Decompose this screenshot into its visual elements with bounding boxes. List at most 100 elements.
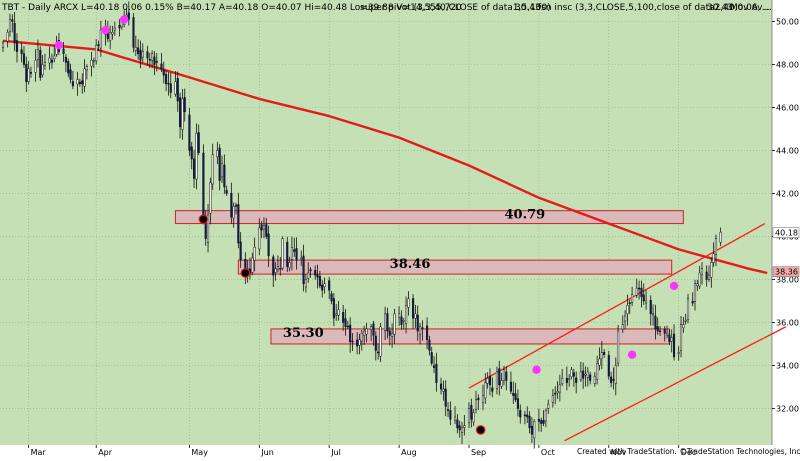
candle-body	[607, 355, 610, 377]
candle	[286, 236, 289, 272]
candle-body	[491, 387, 494, 392]
candle-body	[337, 309, 340, 316]
candle-body	[502, 369, 505, 381]
candle-body	[39, 49, 42, 78]
candle-body	[645, 300, 648, 304]
candle-body	[514, 393, 517, 401]
header-segment: Mov Av...	[730, 3, 770, 13]
candle-body	[13, 22, 16, 44]
candle-body	[684, 320, 687, 322]
candle-body	[691, 300, 694, 304]
candle-body	[698, 272, 701, 287]
pivot-high-marker	[627, 350, 637, 359]
candle-body	[710, 262, 713, 278]
candle-body	[197, 132, 200, 153]
candle-body	[600, 352, 603, 359]
candle-body	[386, 313, 389, 332]
candle-body	[370, 326, 373, 331]
candle-body	[477, 397, 480, 401]
candle-body	[81, 80, 84, 85]
candle-body	[97, 44, 100, 46]
zone-band	[174, 210, 684, 225]
candle-body	[216, 150, 219, 158]
candle-body	[92, 59, 95, 62]
zone-band	[270, 328, 670, 345]
candle-body	[628, 302, 631, 304]
y-tick-label: 34.00	[776, 361, 799, 370]
price-tag-label: 40.18	[775, 229, 798, 238]
candle-body	[195, 133, 198, 180]
candle-body	[27, 68, 30, 82]
candle-body	[384, 313, 387, 331]
candle-body	[8, 19, 12, 33]
candle-body	[568, 378, 571, 380]
candle-body	[169, 83, 172, 93]
candle-body	[430, 352, 433, 364]
candle-body	[488, 375, 492, 386]
y-tick-label: 42.00	[776, 189, 799, 198]
candle-body	[668, 334, 671, 343]
candle-body	[579, 371, 582, 380]
candle-body	[176, 78, 179, 102]
candle-body	[251, 257, 254, 273]
candle-body	[582, 370, 585, 379]
candle-body	[528, 415, 531, 429]
candle-body	[677, 352, 680, 355]
candle-body	[484, 382, 487, 399]
candle-body	[293, 249, 296, 252]
y-tick-label: 44.00	[776, 146, 799, 155]
candle-body	[458, 425, 461, 431]
candle-body	[328, 280, 331, 291]
candle-body	[48, 57, 51, 64]
candle-body	[281, 238, 284, 269]
candle-body	[190, 146, 193, 160]
candle-body	[95, 44, 98, 62]
candle-body	[407, 298, 410, 308]
candle-body	[288, 262, 291, 268]
y-tick-label: 36.00	[776, 318, 799, 327]
candle-body	[523, 414, 526, 417]
candle-body	[584, 373, 587, 376]
candle-body	[85, 66, 88, 71]
candle-body	[372, 323, 375, 336]
candle-body	[519, 410, 522, 418]
x-tick-label: Jul	[330, 448, 341, 457]
zone-label: 40.79	[505, 208, 546, 223]
candle-body	[356, 339, 359, 347]
candle	[39, 46, 42, 81]
candle-body	[83, 68, 86, 87]
x-tick-label: Jun	[260, 448, 274, 457]
candle-body	[589, 374, 592, 381]
candle-body	[572, 372, 575, 377]
candle-body	[481, 395, 485, 403]
candle-body	[90, 59, 93, 67]
candle-body	[649, 300, 652, 315]
candle-body	[148, 58, 151, 61]
candle-body	[167, 82, 170, 85]
candle-body	[36, 49, 40, 60]
y-tick-label: 32.00	[776, 404, 799, 413]
candle-body	[670, 337, 673, 342]
candle-body	[509, 381, 512, 392]
candle-body	[540, 420, 543, 424]
y-tick-label: 50.00	[776, 17, 799, 26]
pivot-high-marker	[101, 25, 110, 35]
candle-body	[656, 326, 659, 332]
candle-body	[267, 233, 270, 257]
candle-body	[174, 81, 177, 95]
candle-body	[22, 53, 26, 65]
candle-body	[109, 31, 112, 41]
candle-body	[1, 42, 5, 48]
candle-body	[342, 311, 345, 323]
candle-body	[672, 333, 676, 358]
candle-body	[516, 398, 519, 409]
candle-body	[412, 298, 415, 319]
candle-body	[558, 384, 561, 393]
candle-body	[113, 27, 116, 31]
candle-body	[472, 412, 475, 423]
candle-body	[53, 55, 56, 59]
candle-body	[640, 287, 643, 297]
candle-body	[230, 192, 233, 218]
candle-body	[316, 274, 319, 278]
candle-body	[276, 266, 279, 270]
